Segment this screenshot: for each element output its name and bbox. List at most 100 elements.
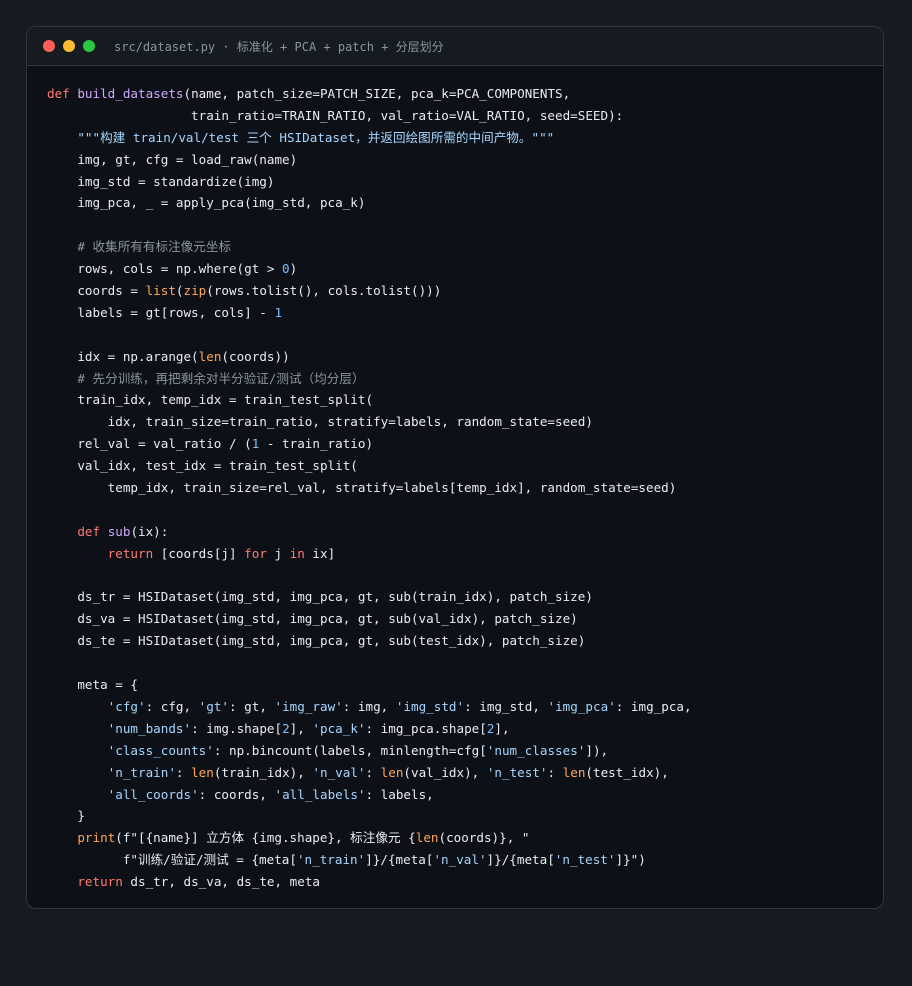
code-line: f"训练/验证/测试 = {meta['n_train']}/{meta['n_…: [47, 849, 692, 871]
code-token: ]}/{meta[: [486, 852, 555, 868]
code-token: 'n_val': [312, 764, 366, 780]
code-line: return ds_tr, ds_va, ds_te, meta: [47, 871, 692, 893]
code-line: labels = gt[rows, cols] - 1: [47, 302, 692, 324]
code-line: coords = list(zip(rows.tolist(), cols.to…: [47, 280, 692, 302]
code-token: 'n_test': [486, 764, 548, 780]
code-token: 1: [274, 304, 283, 320]
code-token: idx = np.arange(: [47, 348, 199, 364]
code-token: return: [77, 874, 123, 890]
close-window-button[interactable]: [43, 40, 55, 52]
code-token: :: [547, 764, 563, 780]
code-token: (val_idx),: [403, 764, 487, 780]
code-token: }: [47, 808, 85, 824]
code-token: [coords[j]: [153, 545, 245, 561]
code-token: ]}/{meta[: [365, 852, 434, 868]
code-token: 'n_train': [107, 764, 176, 780]
code-line: 'num_bands': img.shape[2], 'pca_k': img_…: [47, 718, 692, 740]
code-token: (f"[{name}] 立方体 {img.shape}, 标注像元 {: [115, 830, 416, 846]
code-token: ds_te = HSIDataset(img_std, img_pca, gt,…: [47, 633, 586, 649]
minimize-window-button[interactable]: [63, 40, 75, 52]
code-token: ],: [494, 720, 510, 736]
code-token: zip: [183, 283, 207, 299]
code-token: train_idx, temp_idx = train_test_split(: [47, 392, 374, 408]
code-token: : img_std,: [464, 698, 548, 714]
code-line: val_idx, test_idx = train_test_split(: [47, 455, 692, 477]
code-line: idx, train_size=train_ratio, stratify=la…: [47, 411, 692, 433]
code-token: :: [365, 764, 381, 780]
code-token: temp_idx, train_size=rel_val, stratify=l…: [47, 480, 677, 496]
code-token: 0: [282, 261, 290, 277]
code-token: ds_va = HSIDataset(img_std, img_pca, gt,…: [47, 611, 578, 627]
code-token: : img.shape[: [191, 720, 283, 736]
code-line: print(f"[{name}] 立方体 {img.shape}, 标注像元 {…: [47, 827, 692, 849]
code-line: """构建 train/val/test 三个 HSIDataset，并返回绘图…: [47, 127, 692, 149]
code-token: (rows.tolist(), cols.tolist())): [206, 283, 442, 299]
code-line: meta = {: [47, 674, 692, 696]
code-line: 'class_counts': np.bincount(labels, minl…: [47, 740, 692, 762]
code-line: ds_va = HSIDataset(img_std, img_pca, gt,…: [47, 608, 692, 630]
code-token: val_idx, test_idx = train_test_split(: [47, 458, 358, 474]
code-editor[interactable]: def build_datasets(name, patch_size=PATC…: [47, 83, 692, 893]
code-line: return [coords[j] for j in ix]: [47, 543, 692, 565]
code-token: : img_pca.shape[: [365, 720, 487, 736]
code-token: ],: [289, 720, 313, 736]
code-line: img_std = standardize(img): [47, 171, 692, 193]
window-title: src/dataset.py · 标准化 + PCA + patch + 分层划…: [114, 40, 444, 54]
code-window: src/dataset.py · 标准化 + PCA + patch + 分层划…: [26, 26, 884, 909]
code-line: img_pca, _ = apply_pca(img_std, pca_k): [47, 192, 692, 214]
code-token: # 先分训练，再把剩余对半分验证/测试（均分层）: [77, 370, 365, 386]
code-token: 'cfg': [107, 698, 146, 714]
window-titlebar: src/dataset.py · 标准化 + PCA + patch + 分层划…: [27, 27, 883, 66]
code-line: # 收集所有有标注像元坐标: [47, 236, 692, 258]
code-token: (ix):: [130, 523, 169, 539]
code-token: f"训练/验证/测试 = {meta[: [47, 852, 297, 868]
code-line: temp_idx, train_size=rel_val, stratify=l…: [47, 477, 692, 499]
code-token: : cfg,: [145, 698, 199, 714]
code-token: for: [244, 545, 267, 561]
code-line: # 先分训练，再把剩余对半分验证/测试（均分层）: [47, 368, 692, 390]
code-token: img_pca, _ = apply_pca(img_std, pca_k): [47, 195, 366, 211]
code-token: ]),: [585, 742, 609, 758]
code-token: ]}"): [615, 852, 646, 868]
code-token: list: [145, 283, 176, 299]
code-token: img, gt, cfg = load_raw(name): [47, 151, 298, 167]
code-token: 'class_counts': [107, 742, 214, 758]
code-token: # 收集所有有标注像元坐标: [77, 239, 232, 255]
code-token: def: [47, 86, 70, 101]
code-token: ix]: [304, 545, 336, 561]
code-token: : gt,: [229, 698, 275, 714]
maximize-window-button[interactable]: [83, 40, 95, 52]
code-token: 'gt': [198, 698, 230, 714]
code-line: 'cfg': cfg, 'gt': gt, 'img_raw': img, 'i…: [47, 696, 692, 718]
code-token: (name, patch_size=PATCH_SIZE, pca_k=PCA_…: [183, 86, 571, 101]
code-token: 'all_labels': [274, 786, 366, 802]
code-token: (coords)}, ": [438, 830, 530, 846]
code-token: 'img_raw': [274, 698, 343, 714]
code-token: in: [289, 545, 305, 561]
code-token: meta = {: [47, 677, 138, 693]
code-token: build_datasets: [77, 86, 184, 101]
code-token: coords =: [47, 283, 146, 299]
code-line: idx = np.arange(len(coords)): [47, 346, 692, 368]
code-token: 'n_val': [433, 852, 487, 868]
code-token: j: [266, 545, 290, 561]
code-token: 'img_pca': [547, 698, 616, 714]
code-line: train_idx, temp_idx = train_test_split(: [47, 389, 692, 411]
code-token: sub: [107, 523, 131, 539]
code-token: len: [562, 764, 586, 780]
code-token: train_ratio=TRAIN_RATIO, val_ratio=VAL_R…: [47, 107, 624, 123]
code-token: len: [415, 830, 439, 846]
code-token: img_std = standardize(img): [47, 173, 275, 189]
